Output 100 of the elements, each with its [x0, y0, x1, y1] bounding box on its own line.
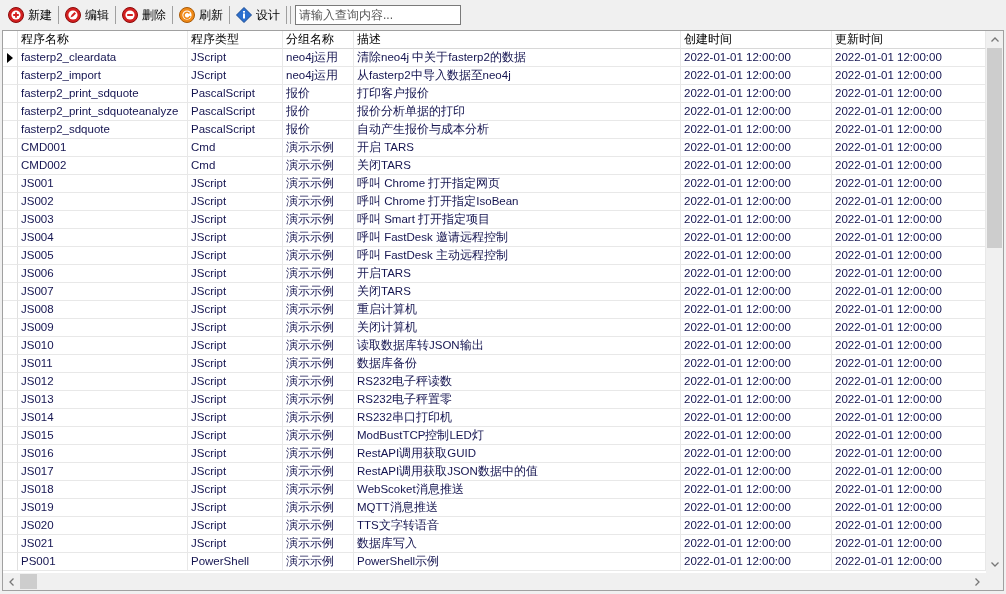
table-cell: 2022-01-01 12:00:00: [832, 283, 986, 301]
toolbar-button[interactable]: 设计: [233, 4, 283, 26]
table-cell: JS007: [18, 283, 188, 301]
table-cell: 2022-01-01 12:00:00: [832, 535, 986, 553]
table-cell: 2022-01-01 12:00:00: [681, 409, 832, 427]
table-cell: RS232电子秤置零: [354, 391, 681, 409]
table-cell: 2022-01-01 12:00:00: [832, 427, 986, 445]
table-cell: Cmd: [188, 157, 283, 175]
column-header[interactable]: 程序名称: [18, 31, 188, 49]
table-cell: 2022-01-01 12:00:00: [681, 517, 832, 535]
table-cell: 2022-01-01 12:00:00: [832, 355, 986, 373]
table-cell: 2022-01-01 12:00:00: [681, 139, 832, 157]
table-cell: fasterp2_print_sdquote: [18, 85, 188, 103]
info-diamond-icon: [236, 7, 252, 23]
table-cell: JS009: [18, 319, 188, 337]
toolbar-button[interactable]: 编辑: [62, 4, 112, 26]
table-cell: 读取数据库转JSON输出: [354, 337, 681, 355]
table-cell: 呼叫 FastDesk 邀请远程控制: [354, 229, 681, 247]
table-cell: 演示示例: [283, 427, 354, 445]
table-cell: 打印客户报价: [354, 85, 681, 103]
table-cell: 关闭TARS: [354, 283, 681, 301]
table-cell: 2022-01-01 12:00:00: [681, 427, 832, 445]
table-cell: JScript: [188, 229, 283, 247]
toolbar-button[interactable]: 刷新: [176, 4, 226, 26]
table-cell: JScript: [188, 427, 283, 445]
table-cell: 2022-01-01 12:00:00: [832, 391, 986, 409]
table-cell: JScript: [188, 463, 283, 481]
table-cell: 演示示例: [283, 265, 354, 283]
table-cell: 2022-01-01 12:00:00: [681, 229, 832, 247]
table-cell: 演示示例: [283, 337, 354, 355]
scroll-down-icon[interactable]: [990, 562, 999, 567]
table-cell: 开启 TARS: [354, 139, 681, 157]
table-cell: 2022-01-01 12:00:00: [832, 517, 986, 535]
table-cell: 2022-01-01 12:00:00: [681, 373, 832, 391]
table-cell: JScript: [188, 535, 283, 553]
table-cell: 2022-01-01 12:00:00: [681, 85, 832, 103]
table-cell: 呼叫 Chrome 打开指定IsoBean: [354, 193, 681, 211]
table-cell: 演示示例: [283, 175, 354, 193]
table-cell: 2022-01-01 12:00:00: [832, 337, 986, 355]
table-cell: 2022-01-01 12:00:00: [832, 265, 986, 283]
table-cell: JS015: [18, 427, 188, 445]
scroll-left-icon[interactable]: [9, 577, 14, 586]
table-cell: 演示示例: [283, 481, 354, 499]
scroll-right-icon[interactable]: [975, 577, 980, 586]
table-cell: 2022-01-01 12:00:00: [832, 481, 986, 499]
table-cell: fasterp2_cleardata: [18, 49, 188, 67]
scroll-thumb[interactable]: [987, 48, 1002, 248]
table-cell: JScript: [188, 445, 283, 463]
table-cell: 2022-01-01 12:00:00: [832, 247, 986, 265]
table-cell: 演示示例: [283, 445, 354, 463]
table-cell: JS011: [18, 355, 188, 373]
table-cell: JScript: [188, 193, 283, 211]
scroll-up-icon[interactable]: [990, 37, 999, 42]
table-cell: JS020: [18, 517, 188, 535]
table-cell: JS002: [18, 193, 188, 211]
table-cell: 演示示例: [283, 499, 354, 517]
table-cell: 报价分析单据的打印: [354, 103, 681, 121]
column-header[interactable]: 分组名称: [283, 31, 354, 49]
table-cell: 演示示例: [283, 391, 354, 409]
table-cell: 2022-01-01 12:00:00: [832, 67, 986, 85]
search-field[interactable]: 请输入查询内容...: [295, 5, 461, 25]
column-header[interactable]: 创建时间: [681, 31, 832, 49]
table-cell: JScript: [188, 337, 283, 355]
header-corner: [3, 31, 18, 49]
table-cell: JS005: [18, 247, 188, 265]
table-cell: 演示示例: [283, 301, 354, 319]
table-cell: 演示示例: [283, 463, 354, 481]
table-cell: JScript: [188, 319, 283, 337]
table-cell: JScript: [188, 481, 283, 499]
table-cell: 2022-01-01 12:00:00: [681, 355, 832, 373]
table-cell: 报价: [283, 85, 354, 103]
table-cell: 2022-01-01 12:00:00: [832, 553, 986, 571]
table-cell: 2022-01-01 12:00:00: [832, 229, 986, 247]
table-cell: 开启TARS: [354, 265, 681, 283]
toolbar-button[interactable]: 删除: [119, 4, 169, 26]
row-selector[interactable]: [3, 49, 18, 67]
horizontal-scrollbar[interactable]: [3, 573, 1003, 590]
table-cell: JS018: [18, 481, 188, 499]
table-cell: fasterp2_print_sdquoteanalyze: [18, 103, 188, 121]
table-cell: 2022-01-01 12:00:00: [832, 103, 986, 121]
column-header[interactable]: 程序类型: [188, 31, 283, 49]
table-cell: 2022-01-01 12:00:00: [832, 211, 986, 229]
table-cell: JS004: [18, 229, 188, 247]
table-cell: JS008: [18, 301, 188, 319]
table-cell: 演示示例: [283, 355, 354, 373]
table-cell: 演示示例: [283, 553, 354, 571]
table-cell: 2022-01-01 12:00:00: [832, 409, 986, 427]
table-cell: 演示示例: [283, 319, 354, 337]
column-header[interactable]: 更新时间: [832, 31, 986, 49]
table-cell: RS232串口打印机: [354, 409, 681, 427]
table-cell: 2022-01-01 12:00:00: [832, 499, 986, 517]
table-cell: CMD002: [18, 157, 188, 175]
table-cell: 数据库写入: [354, 535, 681, 553]
table-cell: 2022-01-01 12:00:00: [832, 463, 986, 481]
toolbar-button[interactable]: 新建: [5, 4, 55, 26]
table-cell: 2022-01-01 12:00:00: [681, 103, 832, 121]
column-header[interactable]: 描述: [354, 31, 681, 49]
vertical-scrollbar[interactable]: [986, 31, 1003, 573]
scroll-thumb[interactable]: [20, 574, 37, 589]
table-cell: JScript: [188, 67, 283, 85]
